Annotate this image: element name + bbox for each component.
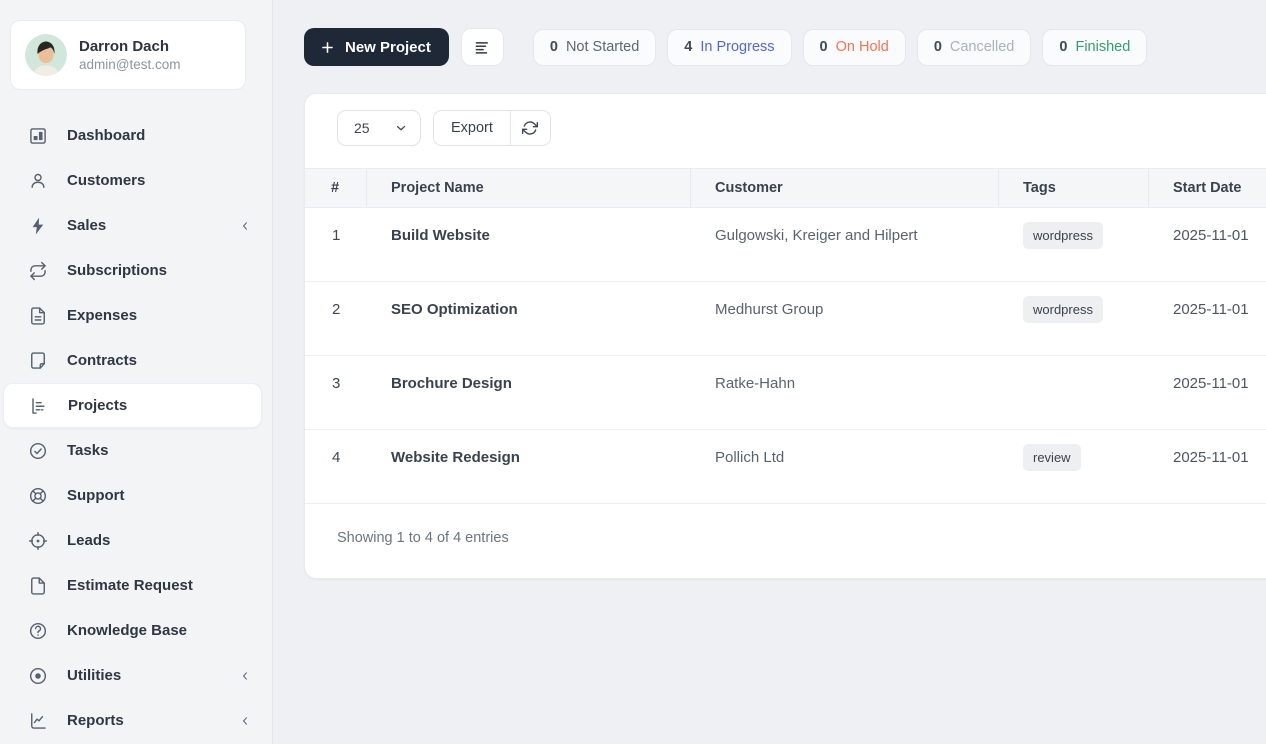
table-header: # Project Name Customer Tags Start Date	[305, 168, 1266, 208]
table-row: 4 Website Redesign Pollich Ltd review 20…	[305, 430, 1266, 504]
toolbar: New Project 0 Not Started 4 In Progress …	[304, 28, 1266, 66]
filter-finished[interactable]: 0 Finished	[1042, 28, 1148, 66]
sidebar-item-dashboard[interactable]: Dashboard	[0, 113, 272, 158]
column-header-start-date[interactable]: Start Date	[1149, 169, 1266, 207]
expenses-icon	[31, 306, 45, 325]
support-icon	[29, 487, 47, 504]
sidebar-item-expenses[interactable]: Expenses	[0, 293, 272, 338]
avatar	[25, 34, 67, 76]
sidebar-item-leads[interactable]: Leads	[0, 518, 272, 563]
column-header-customer[interactable]: Customer	[691, 169, 999, 207]
sidebar-item-utilities[interactable]: Utilities	[0, 653, 272, 698]
column-header-tags[interactable]: Tags	[999, 169, 1149, 207]
projects-icon	[32, 397, 45, 414]
chevron-down-icon	[396, 125, 406, 131]
estimate-request-icon	[31, 576, 45, 595]
sidebar-item-estimate-request[interactable]: Estimate Request	[0, 563, 272, 608]
table-row: 3 Brochure Design Ratke-Hahn 2025-11-01	[305, 356, 1266, 430]
table-actions-group: Export	[433, 110, 551, 146]
refresh-icon	[522, 121, 539, 135]
sidebar-item-subscriptions[interactable]: Subscriptions	[0, 248, 272, 293]
filter-not-started[interactable]: 0 Not Started	[532, 28, 657, 66]
sidebar-item-projects[interactable]: Projects	[3, 383, 262, 428]
utilities-icon	[29, 667, 47, 684]
knowledge-base-icon	[29, 622, 47, 639]
export-button[interactable]: Export	[434, 111, 510, 145]
tag-badge: review	[1023, 444, 1081, 471]
page-size-select[interactable]: 25	[337, 110, 421, 146]
project-name-link[interactable]: Build Website	[367, 208, 691, 281]
chevron-left-icon	[243, 716, 247, 725]
reports-icon	[31, 712, 46, 729]
list-lines-icon	[476, 42, 489, 54]
new-project-button[interactable]: New Project	[304, 28, 449, 66]
sidebar-item-customers[interactable]: Customers	[0, 158, 272, 203]
filter-cancelled[interactable]: 0 Cancelled	[916, 28, 1032, 66]
chevron-left-icon	[243, 221, 247, 230]
column-header-number[interactable]: #	[305, 169, 367, 207]
main-content: New Project 0 Not Started 4 In Progress …	[273, 0, 1266, 744]
table-controls: 25 Export	[305, 110, 1266, 146]
sidebar-item-reports[interactable]: Reports	[0, 698, 272, 743]
contracts-icon	[31, 351, 45, 369]
sidebar-nav: Dashboard Customers Sales Subscriptions …	[0, 113, 272, 743]
table-summary: Showing 1 to 4 of 4 entries	[337, 530, 509, 546]
refresh-button[interactable]	[509, 111, 550, 145]
project-name-link[interactable]: Website Redesign	[367, 430, 691, 503]
project-name-link[interactable]: SEO Optimization	[367, 282, 691, 355]
tag-badge: wordpress	[1023, 296, 1103, 323]
filter-on-hold[interactable]: 0 On Hold	[802, 28, 906, 66]
chevron-left-icon	[243, 671, 247, 680]
dashboard-icon	[30, 127, 46, 144]
sidebar-item-tasks[interactable]: Tasks	[0, 428, 272, 473]
tag-badge: wordpress	[1023, 222, 1103, 249]
tasks-icon	[29, 442, 47, 459]
user-profile-card[interactable]: Darron Dach admin@test.com	[10, 20, 246, 90]
sidebar-item-sales[interactable]: Sales	[0, 203, 272, 248]
plus-icon	[322, 41, 333, 53]
sidebar-item-support[interactable]: Support	[0, 473, 272, 518]
view-options-button[interactable]	[460, 28, 504, 66]
project-name-link[interactable]: Brochure Design	[367, 356, 691, 429]
leads-icon	[28, 531, 48, 550]
user-info: Darron Dach admin@test.com	[79, 37, 181, 73]
customers-icon	[31, 173, 45, 188]
sidebar-item-knowledge-base[interactable]: Knowledge Base	[0, 608, 272, 653]
status-filters: 0 Not Started 4 In Progress 0 On Hold 0 …	[532, 28, 1148, 66]
sidebar-item-contracts[interactable]: Contracts	[0, 338, 272, 383]
user-name: Darron Dach	[79, 38, 170, 55]
filter-in-progress[interactable]: 4 In Progress	[667, 28, 792, 66]
sales-icon	[32, 217, 44, 234]
table-row: 1 Build Website Gulgowski, Kreiger and H…	[305, 208, 1266, 282]
subscriptions-icon	[30, 261, 46, 280]
column-header-project-name[interactable]: Project Name	[367, 169, 691, 207]
sidebar: Darron Dach admin@test.com Dashboard Cus…	[0, 0, 273, 744]
table-row: 2 SEO Optimization Medhurst Group wordpr…	[305, 282, 1266, 356]
projects-table-card: 25 Export # Project Name Customer Tags S…	[304, 93, 1266, 579]
user-email: admin@test.com	[79, 57, 181, 72]
